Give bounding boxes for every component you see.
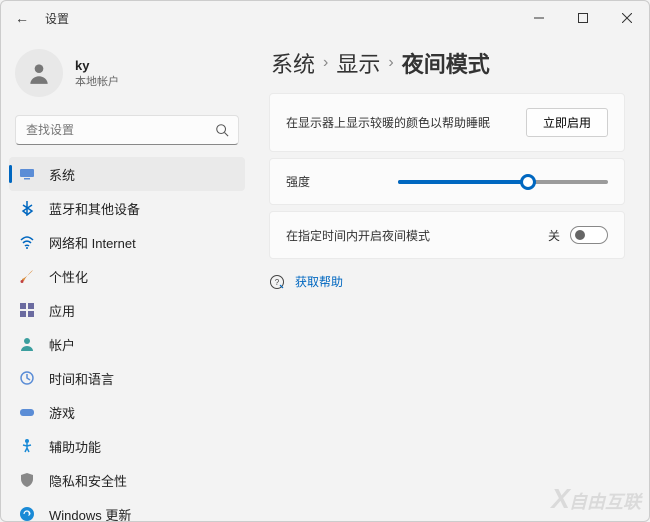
nav-list: 系统蓝牙和其他设备网络和 Internet 个性化应用帐户时间和语言游戏辅助功能隐…	[9, 157, 245, 521]
schedule-toggle[interactable]	[570, 226, 608, 244]
sidebar-item-label: 应用	[49, 301, 75, 320]
sidebar-item-label: 时间和语言	[49, 369, 114, 388]
close-button[interactable]	[605, 1, 649, 35]
window-controls	[517, 1, 649, 35]
sidebar-item-brush[interactable]: 个性化	[9, 259, 245, 293]
maximize-button[interactable]	[561, 1, 605, 35]
update-icon	[19, 506, 35, 521]
accessibility-icon	[19, 438, 35, 454]
sidebar-item-apps[interactable]: 应用	[9, 293, 245, 327]
help-icon: ?	[269, 274, 285, 290]
sidebar-item-bluetooth[interactable]: 蓝牙和其他设备	[9, 191, 245, 225]
chevron-right-icon: ›	[323, 54, 328, 72]
strength-slider[interactable]	[398, 180, 608, 184]
user-block[interactable]: ky 本地帐户	[9, 43, 245, 111]
slider-thumb[interactable]	[520, 174, 536, 190]
sidebar-item-label: 隐私和安全性	[49, 471, 127, 490]
person-icon	[19, 336, 35, 352]
get-help-link[interactable]: ? 获取帮助	[269, 273, 625, 290]
bluetooth-icon	[19, 200, 35, 216]
chevron-right-icon: ›	[388, 54, 393, 72]
title-bar: ← 设置	[1, 1, 649, 35]
sidebar: ky 本地帐户 系统蓝牙和其他设备网络和 Internet 个性化应用帐户时间和语…	[1, 35, 249, 521]
main-pane: 系统 › 显示 › 夜间模式 在显示器上显示较暖的颜色以帮助睡眠 立即启用 强度…	[249, 35, 649, 521]
sidebar-item-accessibility[interactable]: 辅助功能	[9, 429, 245, 463]
search-box	[15, 115, 239, 145]
sidebar-item-label: Windows 更新	[49, 505, 131, 522]
help-label: 获取帮助	[295, 273, 343, 290]
monitor-icon	[19, 166, 35, 182]
sidebar-item-label: 网络和 Internet	[49, 233, 136, 252]
gamepad-icon	[19, 404, 35, 420]
minimize-button[interactable]	[517, 1, 561, 35]
toggle-state-text: 关	[548, 227, 560, 244]
sidebar-item-label: 个性化	[49, 267, 88, 286]
sidebar-item-update[interactable]: Windows 更新	[9, 497, 245, 521]
sidebar-item-shield[interactable]: 隐私和安全性	[9, 463, 245, 497]
breadcrumb: 系统 › 显示 › 夜间模式	[271, 47, 625, 79]
card-schedule: 在指定时间内开启夜间模式 关	[269, 211, 625, 259]
sidebar-item-label: 帐户	[49, 335, 75, 354]
sidebar-item-gamepad[interactable]: 游戏	[9, 395, 245, 429]
sidebar-item-label: 游戏	[49, 403, 75, 422]
breadcrumb-system[interactable]: 系统	[271, 47, 315, 79]
user-type: 本地帐户	[75, 73, 119, 89]
description-text: 在显示器上显示较暖的颜色以帮助睡眠	[286, 114, 490, 131]
search-icon	[215, 123, 229, 137]
sidebar-item-clock[interactable]: 时间和语言	[9, 361, 245, 395]
card-strength: 强度	[269, 158, 625, 205]
person-icon	[26, 60, 52, 86]
schedule-label: 在指定时间内开启夜间模式	[286, 227, 430, 244]
enable-now-button[interactable]: 立即启用	[526, 108, 608, 137]
brush-icon	[19, 268, 35, 284]
sidebar-item-monitor[interactable]: 系统	[9, 157, 245, 191]
sidebar-item-label: 辅助功能	[49, 437, 101, 456]
sidebar-item-label: 蓝牙和其他设备	[49, 199, 140, 218]
avatar	[15, 49, 63, 97]
breadcrumb-current: 夜间模式	[402, 47, 490, 79]
shield-icon	[19, 472, 35, 488]
sidebar-item-person[interactable]: 帐户	[9, 327, 245, 361]
apps-icon	[19, 302, 35, 318]
card-description: 在显示器上显示较暖的颜色以帮助睡眠 立即启用	[269, 93, 625, 152]
clock-icon	[19, 370, 35, 386]
back-button[interactable]: ←	[15, 10, 29, 26]
wifi-icon	[19, 234, 35, 250]
window-title: 设置	[45, 10, 69, 27]
strength-label: 强度	[286, 173, 310, 190]
sidebar-item-wifi[interactable]: 网络和 Internet	[9, 225, 245, 259]
svg-text:?: ?	[275, 278, 280, 287]
sidebar-item-label: 系统	[49, 165, 75, 184]
user-name: ky	[75, 58, 119, 73]
search-input[interactable]	[15, 115, 239, 145]
breadcrumb-display[interactable]: 显示	[336, 47, 380, 79]
